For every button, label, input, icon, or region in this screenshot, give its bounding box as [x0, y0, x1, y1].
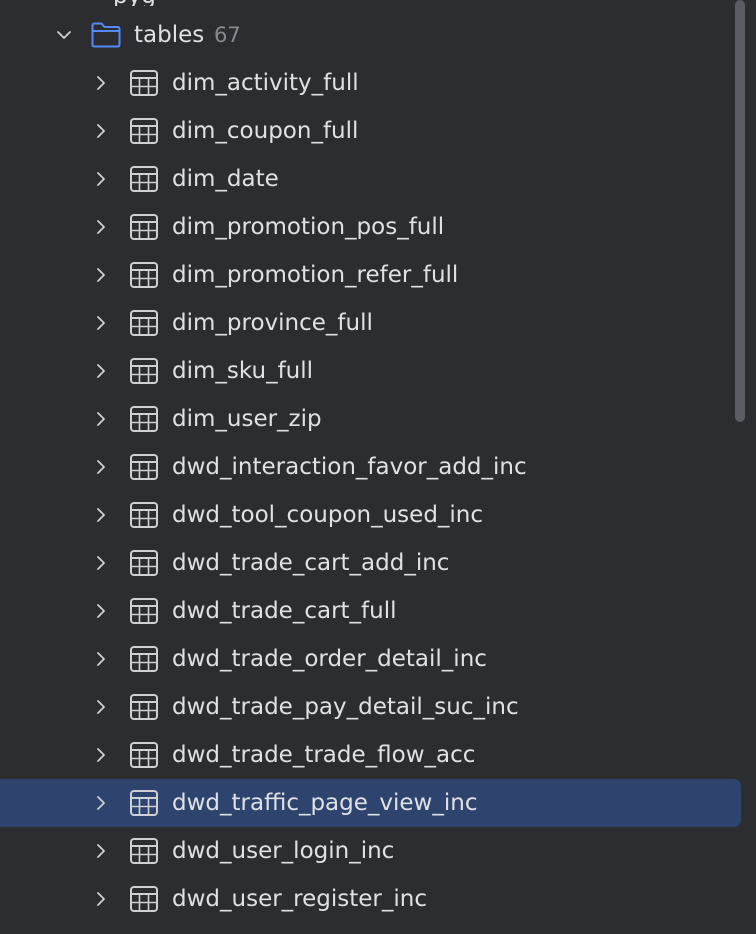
table-icon	[130, 454, 158, 480]
chevron-right-icon[interactable]	[93, 507, 109, 523]
table-icon	[130, 166, 158, 192]
table-name-label: dwd_trade_pay_detail_suc_inc	[172, 694, 519, 720]
table-row[interactable]: dim_promotion_refer_full	[0, 251, 741, 299]
chevron-right-icon[interactable]	[93, 459, 109, 475]
table-row[interactable]: dwd_traffic_page_view_inc	[0, 779, 741, 827]
clipped-parent-label: pyg	[113, 0, 156, 6]
chevron-right-icon[interactable]	[93, 171, 109, 187]
table-icon	[130, 118, 158, 144]
table-icon	[130, 358, 158, 384]
table-row[interactable]: dim_province_full	[0, 299, 741, 347]
table-name-label: dim_sku_full	[172, 358, 314, 384]
chevron-right-icon[interactable]	[93, 603, 109, 619]
table-icon	[130, 694, 158, 720]
table-name-label: dwd_trade_cart_add_inc	[172, 550, 450, 576]
folder-label: tables	[134, 22, 205, 48]
chevron-right-icon[interactable]	[93, 891, 109, 907]
table-name-label: dim_promotion_pos_full	[172, 214, 445, 240]
table-row[interactable]: dim_date	[0, 155, 741, 203]
table-row[interactable]: dwd_user_register_inc	[0, 875, 741, 923]
table-row[interactable]: dim_activity_full	[0, 59, 741, 107]
chevron-right-icon[interactable]	[93, 747, 109, 763]
table-row[interactable]: dim_promotion_pos_full	[0, 203, 741, 251]
folder-icon	[91, 22, 121, 48]
table-icon	[130, 310, 158, 336]
chevron-down-icon[interactable]	[56, 27, 72, 43]
table-row[interactable]: dwd_trade_trade_flow_acc	[0, 731, 741, 779]
chevron-right-icon[interactable]	[93, 411, 109, 427]
table-name-label: dwd_interaction_favor_add_inc	[172, 454, 527, 480]
table-name-label: dim_promotion_refer_full	[172, 262, 459, 288]
table-row[interactable]: dwd_trade_cart_add_inc	[0, 539, 741, 587]
table-row[interactable]: dim_sku_full	[0, 347, 741, 395]
table-row[interactable]: dwd_trade_cart_full	[0, 587, 741, 635]
table-name-label: dwd_user_login_inc	[172, 838, 395, 864]
table-name-label: dim_date	[172, 166, 279, 192]
chevron-right-icon[interactable]	[93, 843, 109, 859]
table-row[interactable]: dwd_trade_pay_detail_suc_inc	[0, 683, 741, 731]
table-row[interactable]: dim_user_zip	[0, 395, 741, 443]
table-icon	[130, 598, 158, 624]
table-name-label: dim_activity_full	[172, 70, 359, 96]
table-name-label: dim_province_full	[172, 310, 373, 336]
table-icon	[130, 214, 158, 240]
table-icon	[130, 646, 158, 672]
database-tree: pyg tables 67 dim_activity_full	[0, 0, 745, 934]
table-icon	[130, 502, 158, 528]
table-row[interactable]: dwd_tool_coupon_used_inc	[0, 491, 741, 539]
chevron-right-icon[interactable]	[93, 699, 109, 715]
chevron-right-icon[interactable]	[93, 75, 109, 91]
chevron-right-icon[interactable]	[93, 363, 109, 379]
table-name-label: dwd_user_register_inc	[172, 886, 427, 912]
chevron-right-icon[interactable]	[93, 219, 109, 235]
table-row[interactable]: dwd_interaction_favor_add_inc	[0, 443, 741, 491]
table-row[interactable]: dim_coupon_full	[0, 107, 741, 155]
chevron-right-icon[interactable]	[93, 795, 109, 811]
table-icon	[130, 262, 158, 288]
table-name-label: dwd_trade_trade_flow_acc	[172, 742, 476, 768]
table-icon	[130, 550, 158, 576]
table-icon	[130, 406, 158, 432]
table-row[interactable]: dwd_user_login_inc	[0, 827, 741, 875]
chevron-right-icon[interactable]	[93, 315, 109, 331]
folder-row-tables[interactable]: tables 67	[0, 11, 741, 59]
table-row[interactable]: dwd_trade_order_detail_inc	[0, 635, 741, 683]
table-icon	[130, 886, 158, 912]
table-icon	[130, 838, 158, 864]
table-name-label: dwd_trade_cart_full	[172, 598, 397, 624]
table-name-label: dim_coupon_full	[172, 118, 359, 144]
chevron-right-icon[interactable]	[93, 651, 109, 667]
table-name-label: dwd_traffic_page_view_inc	[172, 790, 478, 816]
chevron-right-icon[interactable]	[93, 267, 109, 283]
vertical-scrollbar[interactable]	[735, 0, 745, 422]
table-icon	[130, 70, 158, 96]
chevron-right-icon[interactable]	[93, 555, 109, 571]
table-icon	[130, 742, 158, 768]
table-name-label: dwd_trade_order_detail_inc	[172, 646, 487, 672]
table-name-label: dim_user_zip	[172, 406, 322, 432]
folder-count-badge: 67	[214, 23, 241, 47]
chevron-right-icon[interactable]	[93, 123, 109, 139]
table-icon	[130, 790, 158, 816]
table-name-label: dwd_tool_coupon_used_inc	[172, 502, 484, 528]
